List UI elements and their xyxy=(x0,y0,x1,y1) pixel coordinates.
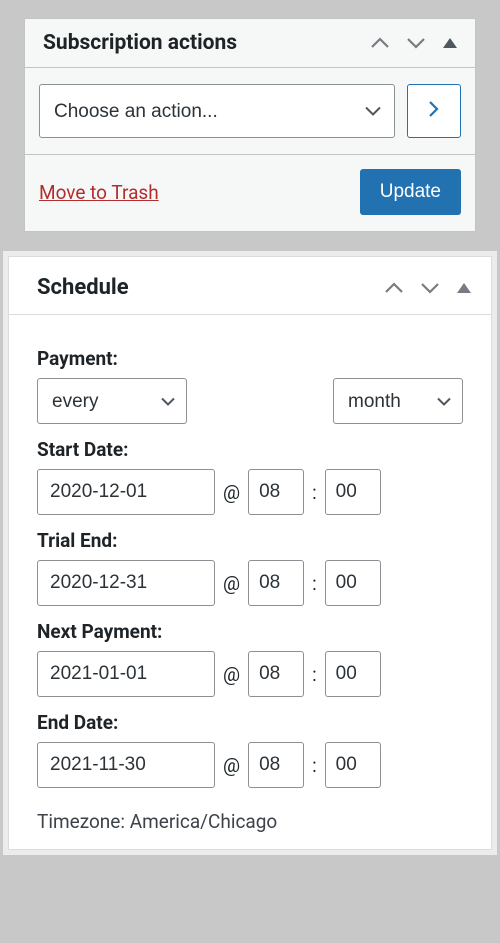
at-separator: @ xyxy=(223,754,240,777)
start-hour-input[interactable] xyxy=(248,469,304,515)
frequency-select-wrapper: every xyxy=(37,378,187,424)
panel-header-controls xyxy=(371,37,457,49)
schedule-panel: Schedule Payment: every xyxy=(8,256,492,850)
period-select[interactable]: month xyxy=(333,378,463,424)
schedule-header: Schedule xyxy=(9,257,491,315)
start-minute-input[interactable] xyxy=(325,469,381,515)
move-down-icon[interactable] xyxy=(407,37,425,49)
trial-end-date-input[interactable] xyxy=(37,560,215,606)
timezone-value: America/Chicago xyxy=(130,810,278,833)
move-down-icon[interactable] xyxy=(421,282,439,294)
end-date-row: @ : xyxy=(37,742,463,788)
move-up-icon[interactable] xyxy=(371,37,389,49)
colon-separator: : xyxy=(312,663,317,686)
move-up-icon[interactable] xyxy=(385,282,403,294)
trial-end-label: Trial End: xyxy=(37,529,463,552)
timezone-line: Timezone: America/Chicago xyxy=(37,810,463,833)
next-payment-hour-input[interactable] xyxy=(248,651,304,697)
chevron-right-icon xyxy=(429,101,439,122)
at-separator: @ xyxy=(223,481,240,504)
update-button[interactable]: Update xyxy=(360,169,461,215)
subscription-actions-footer: Move to Trash Update xyxy=(25,155,475,231)
start-date-row: @ : xyxy=(37,469,463,515)
period-select-wrapper: month xyxy=(333,378,463,424)
schedule-title: Schedule xyxy=(37,275,129,300)
subscription-actions-body: Choose an action... xyxy=(25,68,475,155)
next-payment-date-input[interactable] xyxy=(37,651,215,697)
end-hour-input[interactable] xyxy=(248,742,304,788)
colon-separator: : xyxy=(312,572,317,595)
collapse-toggle-icon[interactable] xyxy=(443,38,457,48)
end-minute-input[interactable] xyxy=(325,742,381,788)
next-payment-minute-input[interactable] xyxy=(325,651,381,697)
at-separator: @ xyxy=(223,572,240,595)
action-select-wrapper: Choose an action... xyxy=(39,84,395,138)
colon-separator: : xyxy=(312,754,317,777)
payment-label: Payment: xyxy=(37,347,463,370)
schedule-body: Payment: every month Start Date: xyxy=(9,315,491,841)
subscription-actions-panel: Subscription actions Choose an action... xyxy=(24,18,476,232)
next-payment-label: Next Payment: xyxy=(37,620,463,643)
payment-row: every month xyxy=(37,378,463,424)
start-date-input[interactable] xyxy=(37,469,215,515)
move-to-trash-link[interactable]: Move to Trash xyxy=(39,181,159,204)
subscription-actions-title: Subscription actions xyxy=(43,31,237,55)
frequency-select[interactable]: every xyxy=(37,378,187,424)
panel-header-controls xyxy=(385,282,471,294)
action-select[interactable]: Choose an action... xyxy=(39,84,395,138)
start-date-label: Start Date: xyxy=(37,438,463,461)
colon-separator: : xyxy=(312,481,317,504)
next-payment-row: @ : xyxy=(37,651,463,697)
at-separator: @ xyxy=(223,663,240,686)
end-date-label: End Date: xyxy=(37,711,463,734)
timezone-prefix: Timezone: xyxy=(37,810,130,833)
subscription-actions-header: Subscription actions xyxy=(25,19,475,68)
trial-end-hour-input[interactable] xyxy=(248,560,304,606)
trial-end-minute-input[interactable] xyxy=(325,560,381,606)
collapse-toggle-icon[interactable] xyxy=(457,283,471,293)
trial-end-row: @ : xyxy=(37,560,463,606)
execute-action-button[interactable] xyxy=(407,84,461,138)
end-date-input[interactable] xyxy=(37,742,215,788)
